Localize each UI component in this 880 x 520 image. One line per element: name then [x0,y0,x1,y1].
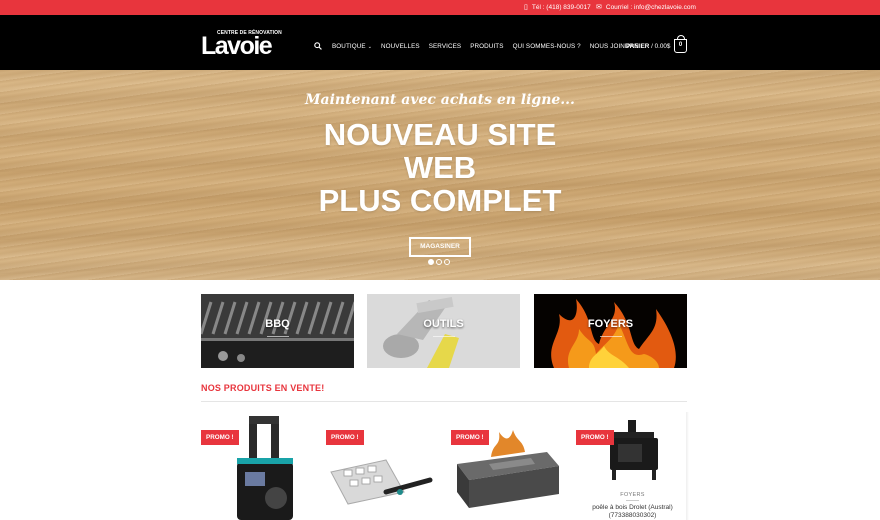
promo-badge: PROMO ! [576,430,614,445]
phone-link[interactable]: ▯ Tél : (418) 839-0017 [524,3,591,11]
nav-item-produits[interactable]: PRODUITS [470,43,503,50]
product-card[interactable]: PROMO ! [326,412,439,520]
category-underline [267,336,289,337]
hammer-image [367,294,520,368]
product-image-rack [330,459,433,505]
nav-item-boutique[interactable]: BOUTIQUE ⌄ [332,43,372,50]
category-underline [433,336,455,337]
slider-dot[interactable] [428,259,434,265]
cart-bag-icon[interactable]: 0 [674,35,687,53]
product-category: FOYERS [620,492,645,498]
product-name-text: poêle à bois Drolet (Austral) [592,504,673,511]
phone-icon: ▯ [524,4,528,11]
nav-item-nouvelles[interactable]: NOUVELLES [381,43,420,50]
hero-subtitle: Maintenant avec achats en ligne... [305,92,575,108]
fire-image [534,294,687,368]
product-card[interactable]: PROMO ! [451,412,564,520]
site-logo[interactable]: CENTRE DE RÉNOVATION Lavoie [201,30,285,60]
category-label: BBQ [265,318,290,330]
bbq-grill-image [201,294,354,368]
slider-dot[interactable] [444,259,450,265]
nav-item-services[interactable]: SERVICES [429,43,462,50]
section-title: NOS PRODUITS EN VENTE! [201,383,325,393]
product-card[interactable]: PROMO ! [201,412,314,520]
promo-badge: PROMO ! [451,430,489,445]
category-label: FOYERS [587,318,634,330]
hero-title-line: WEB [403,150,477,185]
search-icon[interactable] [314,42,322,50]
product-sku: (773388030302) [608,512,657,519]
nav-item-qui-sommes-nous[interactable]: QUI SOMMES-NOUS ? [513,43,581,50]
product-divider [626,500,639,501]
product-name[interactable]: poêle à bois Drolet (Austral) (773388030… [576,504,689,520]
cart-label: PANIER [626,43,650,50]
hero-title-line: NOUVEAU SITE [323,117,557,152]
hero-slider: Maintenant avec achats en ligne... NOUVE… [0,70,880,280]
category-label: OUTILS [423,318,464,330]
category-tile-outils[interactable]: OUTILS [367,294,520,368]
site-header: CENTRE DE RÉNOVATION Lavoie BOUTIQUE ⌄ NO… [0,15,880,70]
promo-badge: PROMO ! [201,430,239,445]
envelope-icon: ✉ [596,4,602,11]
email-text: Courriel : info@chezlavoie.com [605,4,696,11]
cart-link[interactable]: PANIER / 0.00$ [626,43,670,50]
promo-badge: PROMO ! [326,430,364,445]
logo-wordmark: Lavoie [201,32,273,60]
top-contact-bar: ▯ Tél : (418) 839-0017 ✉ Courriel : info@c… [0,0,880,15]
nav-label: BOUTIQUE [332,43,366,50]
phone-text: Tél : (418) 839-0017 [531,4,591,11]
product-card[interactable]: PROMO ! FOYERS poêle à bois Drolet (Aust… [576,412,689,520]
product-image-fire-table [457,430,559,508]
cart-total: / 0.00$ [651,43,671,50]
main-nav: BOUTIQUE ⌄ NOUVELLES SERVICES PRODUITS QU… [332,43,639,50]
hero-title: NOUVEAU SITE WEB PLUS COMPLET [0,118,880,217]
section-divider [201,401,687,402]
slider-dot[interactable] [436,259,442,265]
product-image-radio [237,416,293,520]
category-tile-bbq[interactable]: BBQ [201,294,354,368]
email-link[interactable]: ✉ Courriel : info@chezlavoie.com [596,3,696,11]
category-underline [600,336,622,337]
carousel-edge [686,412,689,520]
chevron-down-icon: ⌄ [367,44,372,50]
slider-dots [428,259,450,265]
product-image-wood-stove [610,420,658,480]
category-tile-foyers[interactable]: FOYERS [534,294,687,368]
hero-title-line: PLUS COMPLET [318,183,562,218]
shop-button[interactable]: MAGASINER [409,237,471,257]
